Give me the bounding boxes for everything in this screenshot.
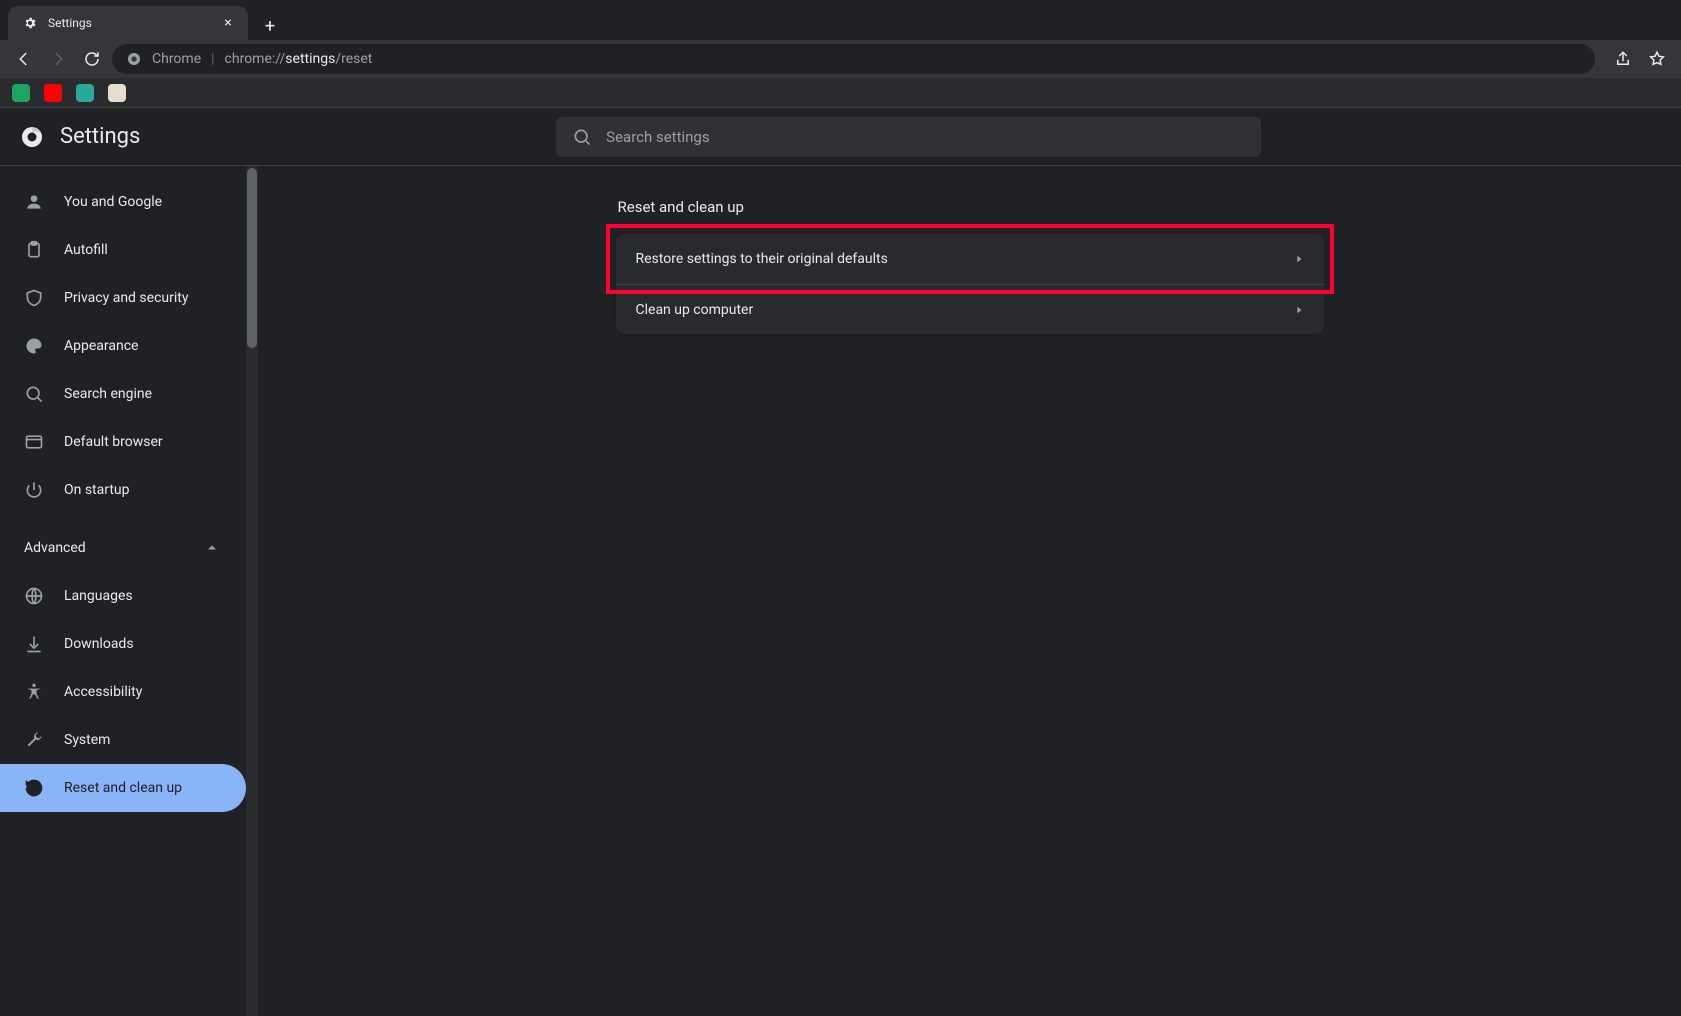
sidebar-section-advanced[interactable]: Advanced (0, 524, 246, 572)
palette-icon (24, 336, 44, 356)
sidebar-item-label: System (64, 732, 222, 748)
bookmark-star-button[interactable] (1643, 45, 1671, 73)
person-icon (24, 192, 44, 212)
sidebar-item-label: On startup (64, 482, 222, 498)
sidebar-item-label: Search engine (64, 386, 222, 402)
gear-icon (20, 13, 40, 33)
chevron-right-icon (1294, 254, 1304, 264)
search-settings-input[interactable]: Search settings (556, 117, 1261, 157)
row-label: Clean up computer (636, 302, 754, 318)
section-title: Reset and clean up (618, 198, 1324, 216)
chrome-logo-icon (20, 125, 44, 149)
tab-title: Settings (48, 16, 212, 30)
accessibility-icon (24, 682, 44, 702)
bookmarks-bar (0, 78, 1681, 108)
sidebar-item-reset[interactable]: Reset and clean up (0, 764, 246, 812)
sidebar-item-system[interactable]: System (0, 716, 246, 764)
back-button[interactable] (10, 45, 38, 73)
sidebar-item-autofill[interactable]: Autofill (0, 226, 246, 274)
chevron-right-icon (1294, 305, 1304, 315)
sidebar-item-label: Reset and clean up (64, 780, 222, 796)
sidebar-item-on-startup[interactable]: On startup (0, 466, 246, 514)
omnibox-scheme: Chrome (152, 51, 201, 67)
sidebar-item-downloads[interactable]: Downloads (0, 620, 246, 668)
sidebar-item-label: Default browser (64, 434, 222, 450)
settings-sidebar: You and Google Autofill Privacy and secu… (0, 166, 246, 1016)
sidebar-section-label: Advanced (24, 540, 186, 556)
bookmark-icon-3[interactable] (76, 84, 94, 102)
sidebar-item-search-engine[interactable]: Search engine (0, 370, 246, 418)
forward-button[interactable] (44, 45, 72, 73)
sidebar-item-languages[interactable]: Languages (0, 572, 246, 620)
sidebar-item-label: Appearance (64, 338, 222, 354)
search-icon (572, 127, 592, 147)
sidebar-item-label: Privacy and security (64, 290, 222, 306)
sidebar-item-default-browser[interactable]: Default browser (0, 418, 246, 466)
download-icon (24, 634, 44, 654)
globe-icon (24, 586, 44, 606)
share-button[interactable] (1609, 45, 1637, 73)
bookmark-icon-4[interactable] (108, 84, 126, 102)
sidebar-scrollbar[interactable] (246, 166, 258, 1016)
tab-strip: Settings × + (0, 0, 1681, 40)
chevron-up-icon (206, 542, 218, 554)
sidebar-item-label: Languages (64, 588, 222, 604)
sidebar-item-label: Downloads (64, 636, 222, 652)
sidebar-scrollbar-thumb[interactable] (247, 168, 257, 348)
page-title: Settings (60, 124, 140, 149)
browser-tab-settings[interactable]: Settings × (8, 6, 248, 40)
row-clean-up-computer[interactable]: Clean up computer (616, 284, 1324, 334)
search-icon (24, 384, 44, 404)
power-icon (24, 480, 44, 500)
sidebar-item-label: Autofill (64, 242, 222, 258)
browser-toolbar: Chrome | chrome://settings/reset (0, 40, 1681, 78)
sidebar-item-appearance[interactable]: Appearance (0, 322, 246, 370)
wrench-icon (24, 730, 44, 750)
browser-window-icon (24, 432, 44, 452)
sidebar-item-accessibility[interactable]: Accessibility (0, 668, 246, 716)
omnibox-url: chrome://settings/reset (225, 51, 373, 67)
chrome-icon (126, 51, 142, 67)
omnibox-separator: | (211, 51, 214, 67)
bookmark-icon-2[interactable] (44, 84, 62, 102)
restore-icon (24, 778, 44, 798)
row-label: Restore settings to their original defau… (636, 251, 888, 267)
reset-card: Restore settings to their original defau… (616, 234, 1324, 334)
address-bar[interactable]: Chrome | chrome://settings/reset (112, 44, 1595, 74)
clipboard-icon (24, 240, 44, 260)
reload-button[interactable] (78, 45, 106, 73)
sidebar-item-label: You and Google (64, 194, 222, 210)
sidebar-item-label: Accessibility (64, 684, 222, 700)
bookmark-icon-1[interactable] (12, 84, 30, 102)
settings-content: Reset and clean up Restore settings to t… (258, 166, 1681, 1016)
shield-icon (24, 288, 44, 308)
new-tab-button[interactable]: + (256, 12, 284, 40)
row-restore-defaults[interactable]: Restore settings to their original defau… (616, 234, 1324, 284)
sidebar-item-you-and-google[interactable]: You and Google (0, 178, 246, 226)
settings-header: Settings Search settings (0, 108, 1681, 166)
search-placeholder: Search settings (606, 128, 709, 146)
tab-close-button[interactable]: × (220, 15, 236, 31)
settings-page: Settings Search settings You and Google (0, 108, 1681, 1016)
sidebar-item-privacy[interactable]: Privacy and security (0, 274, 246, 322)
